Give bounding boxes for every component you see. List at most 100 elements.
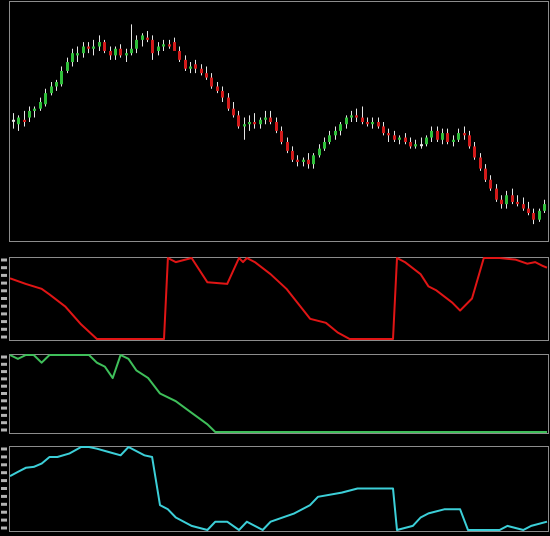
candle-body	[87, 46, 90, 49]
candle	[114, 46, 117, 60]
candle-body	[350, 115, 353, 118]
candle	[441, 128, 444, 145]
cyan-axis-tick-mark	[1, 487, 7, 490]
candle-body	[393, 135, 396, 140]
red-axis-tick-mark	[1, 273, 7, 277]
candle	[323, 137, 326, 151]
candle-body	[527, 208, 530, 214]
green-axis-tick-mark	[1, 421, 7, 425]
candle-body	[345, 117, 348, 125]
candle	[205, 66, 208, 80]
candle	[130, 24, 133, 56]
candle-body	[76, 53, 79, 56]
candle	[334, 126, 337, 140]
candle	[269, 110, 272, 125]
candle-body	[210, 77, 213, 87]
candle-body	[446, 133, 449, 142]
red-oscillator-panel	[1, 257, 549, 341]
candle	[173, 37, 176, 51]
cyan-axis-tick-mark	[1, 463, 7, 467]
candle	[168, 39, 171, 49]
candle-body	[135, 39, 138, 49]
candle-body	[489, 179, 492, 189]
candle-body	[323, 141, 326, 149]
candle	[339, 122, 342, 136]
candle-body	[109, 50, 112, 56]
candle	[210, 73, 213, 89]
candle-body	[200, 68, 203, 74]
candle-body	[33, 108, 36, 111]
candle-body	[114, 48, 117, 56]
candle	[151, 35, 154, 60]
candle	[109, 46, 112, 60]
chart-stage	[0, 0, 550, 536]
candle	[76, 46, 79, 63]
candle	[516, 195, 519, 207]
cyan-axis-tick-mark	[1, 471, 7, 475]
candle-body	[441, 133, 444, 140]
red-axis-tick-mark	[1, 297, 7, 300]
green-axis-tick-mark	[1, 428, 7, 432]
candle	[221, 86, 224, 103]
candle	[227, 93, 230, 111]
candle-body	[168, 44, 171, 47]
candle	[12, 113, 15, 129]
candle	[318, 144, 321, 158]
candle-body	[237, 115, 240, 127]
candle-body	[538, 210, 541, 220]
candle	[366, 117, 369, 127]
green-axis-tick-mark	[1, 362, 7, 366]
candle-body	[522, 204, 525, 209]
candle	[522, 197, 525, 211]
green-axis-tick-mark	[1, 413, 7, 417]
candle-body	[291, 150, 294, 160]
green-axis-tick-mark	[1, 384, 7, 388]
candle	[361, 106, 364, 125]
candle	[355, 108, 358, 122]
candle	[71, 48, 74, 67]
candle-body	[296, 159, 299, 162]
candle	[44, 88, 47, 107]
candle-body	[505, 195, 508, 205]
candle-body	[420, 144, 423, 147]
candle	[377, 117, 380, 129]
candle	[194, 59, 197, 74]
candle-body	[425, 137, 428, 145]
candle	[527, 201, 530, 216]
candle-body	[130, 48, 133, 54]
candle	[532, 208, 535, 225]
candle	[345, 115, 348, 129]
candle-body	[484, 168, 487, 180]
candle	[505, 190, 508, 209]
candle	[216, 82, 219, 94]
candle	[92, 39, 95, 56]
candle	[17, 115, 20, 131]
candle-body	[157, 46, 160, 51]
red-axis-tick-mark	[1, 258, 7, 262]
candle	[296, 155, 299, 167]
candle-body	[473, 146, 476, 158]
candle	[280, 126, 283, 145]
candle	[87, 42, 90, 54]
candle	[398, 135, 401, 145]
candle-body	[253, 122, 256, 125]
candle	[382, 122, 385, 136]
candle-body	[318, 148, 321, 156]
candle	[232, 102, 235, 118]
candle-body	[146, 37, 149, 40]
candle	[103, 39, 106, 54]
candle	[82, 42, 85, 58]
candle	[248, 115, 251, 131]
candle	[189, 62, 192, 74]
candle	[404, 133, 407, 145]
green-axis-tick-mark	[1, 392, 7, 395]
candle	[33, 106, 36, 118]
candle-body	[23, 119, 26, 122]
candle-body	[66, 62, 69, 71]
candle-body	[82, 46, 85, 54]
candle	[484, 164, 487, 182]
price-panel-frame	[9, 1, 549, 242]
chart-svg	[1, 1, 549, 532]
candle	[425, 135, 428, 147]
candle-body	[232, 108, 235, 116]
